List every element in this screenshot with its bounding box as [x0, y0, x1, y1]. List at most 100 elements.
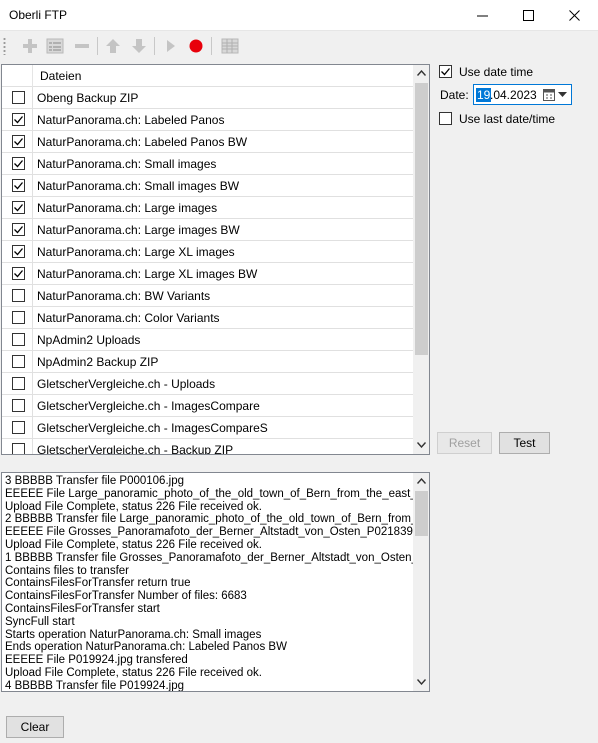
minimize-button[interactable]	[460, 0, 506, 31]
list-item-checkbox[interactable]	[12, 267, 25, 280]
scroll-down-button[interactable]	[413, 437, 429, 454]
dropdown-arrow-icon[interactable]	[558, 92, 567, 97]
list-item-check-cell[interactable]	[2, 241, 33, 262]
list-item-check-cell[interactable]	[2, 307, 33, 328]
log-scrollbar[interactable]	[413, 473, 429, 691]
calendar-icon[interactable]	[543, 88, 555, 101]
list-item-check-cell[interactable]	[2, 87, 33, 108]
list-item[interactable]: NaturPanorama.ch: Large images BW	[2, 219, 413, 241]
list-item-checkbox[interactable]	[12, 245, 25, 258]
list-item-checkbox[interactable]	[12, 135, 25, 148]
list-item-check-cell[interactable]	[2, 197, 33, 218]
list-item[interactable]: NaturPanorama.ch: Large images	[2, 197, 413, 219]
toolbar	[0, 31, 598, 61]
list-item-checkbox[interactable]	[12, 179, 25, 192]
list-item[interactable]: NaturPanorama.ch: Labeled Panos	[2, 109, 413, 131]
list-item-check-cell[interactable]	[2, 109, 33, 130]
list-item-checkbox[interactable]	[12, 355, 25, 368]
list-item-checkbox[interactable]	[12, 289, 25, 302]
list-item[interactable]: GletscherVergleiche.ch - ImagesCompareS	[2, 417, 413, 439]
list-item[interactable]: NpAdmin2 Uploads	[2, 329, 413, 351]
list-item-checkbox[interactable]	[12, 201, 25, 214]
list-item-check-cell[interactable]	[2, 175, 33, 196]
log-scroll-up-button[interactable]	[413, 473, 429, 490]
record-icon	[189, 39, 203, 53]
use-date-time-label: Use date time	[459, 65, 534, 79]
list-item[interactable]: NaturPanorama.ch: Labeled Panos BW	[2, 131, 413, 153]
list-item-checkbox[interactable]	[12, 311, 25, 324]
list-item-check-cell[interactable]	[2, 351, 33, 372]
chevron-up-icon	[417, 478, 426, 484]
list-item[interactable]: NpAdmin2 Backup ZIP	[2, 351, 413, 373]
list-item-check-cell[interactable]	[2, 329, 33, 350]
list-item-check-cell[interactable]	[2, 285, 33, 306]
reset-button[interactable]: Reset	[437, 432, 492, 454]
test-button[interactable]: Test	[499, 432, 550, 454]
use-date-time-checkbox[interactable]	[439, 65, 452, 78]
log-output[interactable]: 3 BBBBB Transfer file P000106.jpg EEEEE F…	[1, 472, 430, 692]
date-label: Date:	[440, 88, 469, 102]
list-item-checkbox[interactable]	[12, 223, 25, 236]
scroll-up-button[interactable]	[413, 65, 429, 82]
log-scroll-thumb[interactable]	[415, 491, 428, 536]
remove-button[interactable]	[71, 35, 93, 57]
header-dateien[interactable]: Dateien	[40, 69, 81, 83]
list-item[interactable]: GletscherVergleiche.ch - Backup ZIP	[2, 439, 413, 454]
record-button[interactable]	[185, 35, 207, 57]
file-list[interactable]: Dateien Obeng Backup ZIP NaturPanorama.ch…	[1, 64, 430, 455]
list-item-check-cell[interactable]	[2, 417, 33, 438]
checkmark-icon	[14, 138, 23, 146]
list-item-checkbox[interactable]	[12, 443, 25, 454]
list-item-check-cell[interactable]	[2, 263, 33, 284]
list-item-checkbox[interactable]	[12, 333, 25, 346]
list-item-checkbox[interactable]	[12, 399, 25, 412]
date-picker[interactable]: 19 .04.2023	[473, 84, 572, 105]
list-item-checkbox[interactable]	[12, 113, 25, 126]
list-item[interactable]: NaturPanorama.ch: Large XL images	[2, 241, 413, 263]
list-item-label: GletscherVergleiche.ch - ImagesCompareS	[37, 421, 268, 435]
use-last-date-time-option[interactable]: Use last date/time	[439, 112, 579, 128]
list-item[interactable]: NaturPanorama.ch: Small images	[2, 153, 413, 175]
list-item-check-cell[interactable]	[2, 131, 33, 152]
list-item-checkbox[interactable]	[12, 91, 25, 104]
use-last-date-time-checkbox[interactable]	[439, 112, 452, 125]
list-scrollbar[interactable]	[413, 65, 429, 454]
log-lines: 3 BBBBB Transfer file P000106.jpg EEEEE F…	[5, 475, 413, 691]
grid-button[interactable]	[218, 35, 240, 57]
list-item[interactable]: Obeng Backup ZIP	[2, 87, 413, 109]
move-up-button[interactable]	[102, 35, 124, 57]
list-item-checkbox[interactable]	[12, 157, 25, 170]
list-item-label: NaturPanorama.ch: Small images BW	[37, 179, 240, 193]
edit-list-button[interactable]	[43, 35, 65, 57]
clear-button[interactable]: Clear	[6, 716, 64, 738]
run-button[interactable]	[160, 35, 182, 57]
list-item-label: Obeng Backup ZIP	[37, 91, 139, 105]
list-item[interactable]: NaturPanorama.ch: Large XL images BW	[2, 263, 413, 285]
header-check-column[interactable]	[2, 65, 33, 87]
list-item[interactable]: NaturPanorama.ch: BW Variants	[2, 285, 413, 307]
list-item-check-cell[interactable]	[2, 395, 33, 416]
close-button[interactable]	[552, 0, 598, 31]
log-scroll-down-button[interactable]	[413, 674, 429, 691]
list-item-check-cell[interactable]	[2, 219, 33, 240]
list-item[interactable]: NaturPanorama.ch: Small images BW	[2, 175, 413, 197]
list-item[interactable]: NaturPanorama.ch: Color Variants	[2, 307, 413, 329]
list-item-check-cell[interactable]	[2, 373, 33, 394]
toolbar-grip[interactable]	[3, 37, 6, 55]
list-item[interactable]: GletscherVergleiche.ch - ImagesCompare	[2, 395, 413, 417]
move-down-button[interactable]	[128, 35, 150, 57]
list-item-check-cell[interactable]	[2, 439, 33, 454]
list-item-checkbox[interactable]	[12, 421, 25, 434]
list-edit-icon	[46, 38, 64, 54]
title-bar: Oberli FTP	[0, 0, 598, 31]
list-item-check-cell[interactable]	[2, 153, 33, 174]
chevron-down-icon	[417, 679, 426, 685]
maximize-button[interactable]	[506, 0, 552, 31]
use-date-time-option[interactable]: Use date time	[439, 65, 579, 81]
list-item-checkbox[interactable]	[12, 377, 25, 390]
add-button[interactable]	[19, 35, 41, 57]
date-rest[interactable]: .04.2023	[490, 88, 537, 102]
list-item[interactable]: GletscherVergleiche.ch - Uploads	[2, 373, 413, 395]
scroll-thumb[interactable]	[415, 83, 428, 355]
log-line: SyncFull start	[5, 615, 75, 628]
